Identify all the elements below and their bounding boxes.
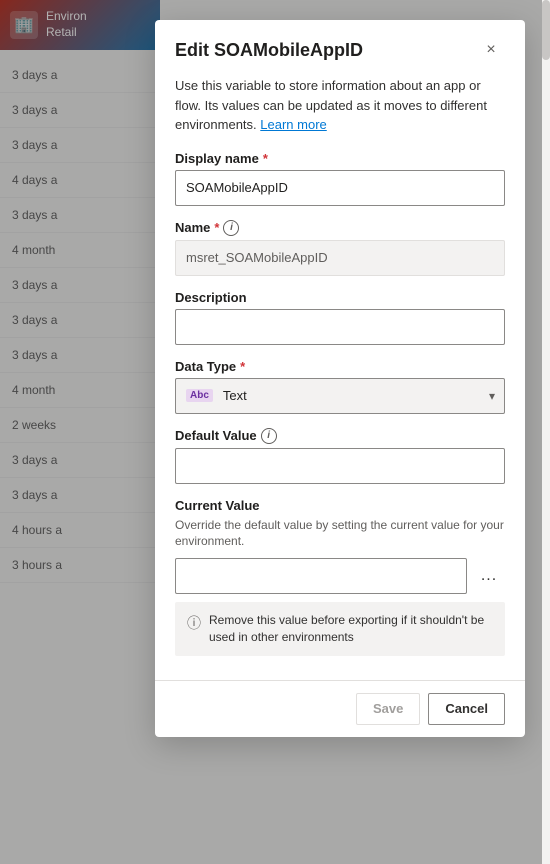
cancel-button[interactable]: Cancel bbox=[428, 693, 505, 725]
display-name-field: Display name * bbox=[175, 151, 505, 206]
default-value-input[interactable] bbox=[175, 448, 505, 484]
current-value-description: Override the default value by setting th… bbox=[175, 517, 505, 551]
type-badge: Abc bbox=[186, 389, 213, 402]
data-type-select[interactable]: Abc Text bbox=[175, 378, 505, 414]
scrollbar-thumb[interactable] bbox=[542, 0, 550, 60]
info-box: ⓘ Remove this value before exporting if … bbox=[175, 602, 505, 656]
save-button[interactable]: Save bbox=[356, 693, 420, 725]
current-value-input-row: ... bbox=[175, 558, 505, 594]
data-type-select-wrapper: Abc Text ▾ bbox=[175, 378, 505, 414]
default-value-label: Default Value i bbox=[175, 428, 505, 444]
required-indicator: * bbox=[263, 151, 268, 166]
name-field: Name * i bbox=[175, 220, 505, 276]
scrollbar[interactable] bbox=[542, 0, 550, 864]
modal-body: Use this variable to store information a… bbox=[155, 76, 525, 680]
info-circle-icon: ⓘ bbox=[187, 613, 201, 633]
learn-more-link[interactable]: Learn more bbox=[260, 117, 326, 132]
info-box-text: Remove this value before exporting if it… bbox=[209, 612, 493, 646]
data-type-value: Text bbox=[223, 388, 247, 403]
description-label: Description bbox=[175, 290, 505, 305]
edit-variable-modal: Edit SOAMobileAppID × Use this variable … bbox=[155, 20, 525, 737]
modal-description: Use this variable to store information a… bbox=[175, 76, 505, 135]
display-name-input[interactable] bbox=[175, 170, 505, 206]
default-value-info-icon[interactable]: i bbox=[261, 428, 277, 444]
name-label: Name * i bbox=[175, 220, 505, 236]
current-value-label: Current Value bbox=[175, 498, 505, 513]
default-value-field: Default Value i bbox=[175, 428, 505, 484]
modal-close-button[interactable]: × bbox=[477, 36, 505, 64]
data-type-field: Data Type * Abc Text ▾ bbox=[175, 359, 505, 414]
description-input[interactable] bbox=[175, 309, 505, 345]
description-field: Description bbox=[175, 290, 505, 345]
modal-header: Edit SOAMobileAppID × bbox=[155, 20, 525, 76]
ellipsis-button[interactable]: ... bbox=[473, 560, 505, 592]
data-type-label: Data Type * bbox=[175, 359, 505, 374]
required-indicator: * bbox=[240, 359, 245, 374]
name-input bbox=[175, 240, 505, 276]
required-indicator: * bbox=[214, 220, 219, 235]
current-value-input[interactable] bbox=[175, 558, 467, 594]
name-info-icon[interactable]: i bbox=[223, 220, 239, 236]
display-name-label: Display name * bbox=[175, 151, 505, 166]
modal-title: Edit SOAMobileAppID bbox=[175, 40, 363, 61]
current-value-section: Current Value Override the default value… bbox=[175, 498, 505, 595]
modal-footer: Save Cancel bbox=[155, 680, 525, 737]
